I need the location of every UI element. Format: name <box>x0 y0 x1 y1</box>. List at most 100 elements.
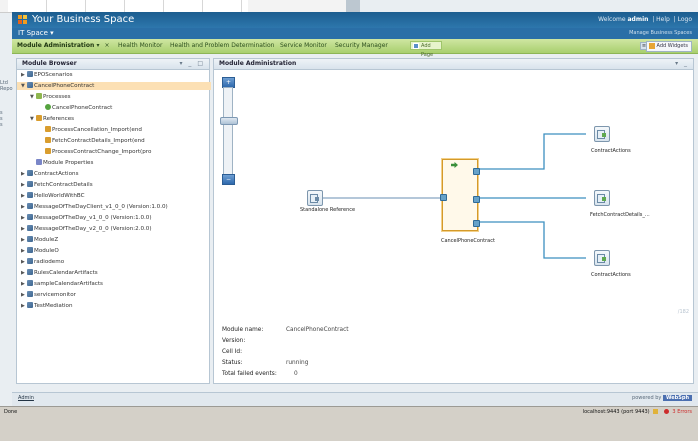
module-browser-title: Module Browser <box>22 60 77 67</box>
header-links: Welcome admin | Help | Logo <box>598 16 692 23</box>
tree-node-icon <box>27 192 33 198</box>
tree-node-icon <box>36 93 42 99</box>
tree-node-icon <box>27 181 33 187</box>
add-page-button[interactable]: Add Page <box>410 41 442 58</box>
tree-item[interactable]: ▶ radiodemo <box>21 258 64 266</box>
user-name: admin <box>627 16 649 23</box>
tree-item[interactable]: ▶ TestMediation <box>21 302 73 310</box>
tree-item[interactable]: Module Properties <box>30 159 93 167</box>
page-tab-bar: Module Administration ▾ × Health Monitor… <box>12 39 698 58</box>
tree-item-label: EPOScenarios <box>34 72 73 78</box>
tree-item[interactable]: ▶ MessageOfTheDay_v2_0_0 (Version:2.0.0) <box>21 225 152 233</box>
tree-item-label: CancelPhoneContract <box>34 83 95 89</box>
tree-node-icon <box>45 126 51 132</box>
add-page-label: Add Page <box>421 43 434 58</box>
tree-item-label: sampleCalendarArtifacts <box>34 281 103 287</box>
tree-item[interactable]: ▶ ContractActions <box>21 170 79 178</box>
tree-item-label: MessageOfTheDay_v1_0_0 (Version:1.0.0) <box>34 215 152 221</box>
module-administration-panel: Module Administration ▾ _ + − Standalone… <box>213 58 694 384</box>
tree-node-icon <box>27 225 33 231</box>
tree-item-label: References <box>43 116 75 122</box>
admin-footer-link[interactable]: Admin <box>18 395 34 401</box>
browser-status-bar: Done localhost:9443 (port 9443) 3 Errors <box>0 406 698 441</box>
space-bar: IT Space ▾ Manage Business Spaces <box>12 28 698 39</box>
tree-node-icon <box>27 247 33 253</box>
module-component-box[interactable] <box>440 159 480 231</box>
process-arrow-icon <box>451 162 458 168</box>
tab-health-monitor[interactable]: Health Monitor <box>118 42 162 49</box>
error-icon[interactable] <box>663 409 669 414</box>
tab-menu-icon[interactable]: ▾ <box>94 42 102 50</box>
add-widgets-button[interactable]: Add Widgets <box>645 41 692 52</box>
tree-item[interactable]: ▶ EPOScenarios <box>21 71 73 79</box>
module-import-port-2 <box>473 196 480 203</box>
help-link[interactable]: Help <box>656 16 670 23</box>
tab-health-problem-determination[interactable]: Health and Problem Determination <box>170 42 274 49</box>
tree-item[interactable]: ▼ CancelPhoneContract <box>17 82 211 90</box>
add-page-icon <box>413 43 419 49</box>
module-import-port-1 <box>473 168 480 175</box>
background-side-text: Ltd Repo s s s <box>0 80 14 160</box>
tree-item[interactable]: ▶ HelloWorldWithBC <box>21 192 85 200</box>
tree-node-icon <box>27 280 33 286</box>
tree-node-icon <box>45 104 51 110</box>
tree-node-icon <box>27 302 33 308</box>
tree-node-icon <box>45 148 51 154</box>
background-spreadsheet-cells <box>8 0 248 12</box>
tree-item[interactable]: ▶ MessageOfTheDayClient_v1_0_0 (Version:1… <box>21 203 168 211</box>
tree-item[interactable]: ▼ References <box>30 115 74 123</box>
tree-item-label: ModuleO <box>34 248 59 254</box>
tree-item[interactable]: ▶ ModuleZ <box>21 236 58 244</box>
business-space-footer: Admin powered by WebSph <box>12 392 698 407</box>
welcome-text: Welcome <box>598 16 626 23</box>
tree-item-label: TestMediation <box>34 303 73 309</box>
tree-item-label: MessageOfTheDay_v2_0_0 (Version:2.0.0) <box>34 226 152 232</box>
status-text: Done <box>4 409 18 415</box>
target-label-2: FetchContractDetails_... <box>590 212 650 218</box>
powered-by-text: powered by <box>632 395 662 401</box>
tree-node-icon <box>27 214 33 220</box>
tab-close-icon[interactable]: × <box>103 42 111 50</box>
background-scrollbar <box>346 0 360 12</box>
target-contractactions-2-icon[interactable] <box>594 250 610 266</box>
tree-item[interactable]: ProcessCancellation_Import(end <box>39 126 142 134</box>
tab-service-monitor[interactable]: Service Monitor <box>280 42 327 49</box>
tree-item-label: FetchContractDetails <box>34 182 93 188</box>
tree-item-label: ProcessContractChange_Import(pro <box>52 149 152 155</box>
standalone-reference-icon[interactable] <box>307 190 323 206</box>
tab-module-administration[interactable]: Module Administration <box>17 42 94 49</box>
tree-item[interactable]: CancelPhoneContract <box>39 104 112 112</box>
module-export-port <box>440 194 447 201</box>
target-contractactions-icon[interactable] <box>594 126 610 142</box>
tree-item[interactable]: FetchContractDetails_Import(end <box>39 137 145 145</box>
tree-node-icon <box>36 115 42 121</box>
tree-node-icon <box>27 236 33 242</box>
space-selector[interactable]: IT Space ▾ <box>18 29 54 37</box>
tree-item-label: HelloWorldWithBC <box>34 193 85 199</box>
error-count[interactable]: 3 Errors <box>672 409 692 415</box>
tree-item[interactable]: ▶ FetchContractDetails <box>21 181 93 189</box>
target-fetchcontractdetails-icon[interactable] <box>594 190 610 206</box>
tree-item-label: Module Properties <box>43 160 94 166</box>
tree-item-label: radiodemo <box>34 259 65 265</box>
module-browser-window-controls[interactable]: ▾ _ □ <box>180 60 206 67</box>
logout-link[interactable]: Logo <box>678 16 692 23</box>
tab-security-manager[interactable]: Security Manager <box>335 42 388 49</box>
tree-item-label: CancelPhoneContract <box>52 105 113 111</box>
tree-item[interactable]: ▶ RulesCalendarArtifacts <box>21 269 98 277</box>
tree-item-label: Processes <box>43 94 71 100</box>
tree-item[interactable]: ProcessContractChange_Import(pro <box>39 148 151 156</box>
tree-node-icon <box>27 291 33 297</box>
tree-item[interactable]: ▶ sampleCalendarArtifacts <box>21 280 103 288</box>
tree-item-label: ContractActions <box>34 171 79 177</box>
tree-item[interactable]: ▶ ModuleO <box>21 247 59 255</box>
tree-node-icon <box>27 71 33 77</box>
tree-item[interactable]: ▼ Processes <box>30 93 71 101</box>
tree-item[interactable]: ▶ MessageOfTheDay_v1_0_0 (Version:1.0.0) <box>21 214 152 222</box>
manage-spaces-link[interactable]: Manage Business Spaces <box>629 30 692 36</box>
status-url: localhost:9443 (port 9443) <box>582 409 650 415</box>
tree-item[interactable]: ▶ servicemonitor <box>21 291 76 299</box>
powered-by: powered by WebSph <box>632 395 692 401</box>
websphere-logo: WebSph <box>662 395 692 401</box>
app-header: Your Business Space Welcome admin | Help… <box>12 12 698 28</box>
